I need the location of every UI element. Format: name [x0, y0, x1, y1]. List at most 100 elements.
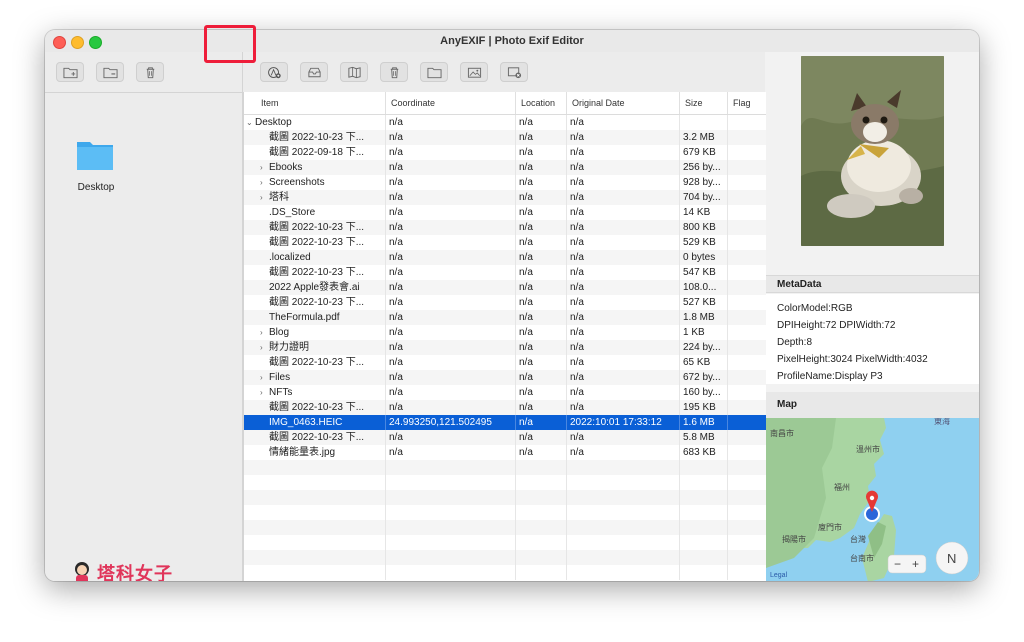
table-row[interactable]: IMG_0463.HEIC 24.993250,121.502495 n/a 2022… — [244, 415, 766, 430]
cell-item: 截圖 2022-10-23 下... — [244, 235, 386, 250]
cell-coord: n/a — [386, 115, 516, 130]
cell-item: 截圖 2022-10-23 下... — [244, 400, 386, 415]
cell-coord: n/a — [386, 340, 516, 355]
cell-size: 679 KB — [680, 145, 728, 160]
highlight-annotation — [204, 25, 256, 63]
map-zoom-in-button[interactable]: + — [912, 557, 919, 571]
table-row[interactable]: › 塔科 n/a n/a n/a 704 by... — [244, 190, 766, 205]
cell-coord: n/a — [386, 385, 516, 400]
delete-button[interactable] — [380, 62, 408, 82]
table-row[interactable]: › Blog n/a n/a n/a 1 KB — [244, 325, 766, 340]
cell-date: n/a — [567, 295, 680, 310]
cell-loc: n/a — [516, 235, 567, 250]
table-row[interactable]: 情緒能量表.jpg n/a n/a n/a 683 KB — [244, 445, 766, 460]
cell-coord: n/a — [386, 265, 516, 280]
cell-flag — [728, 370, 766, 385]
file-table[interactable]: Item Coordinate Location Original Date S… — [243, 92, 767, 581]
cell-flag — [728, 400, 766, 415]
column-header-size[interactable]: Size — [680, 92, 728, 114]
map-label-nanchang: 南昌市 — [770, 428, 794, 438]
cell-size: 256 by... — [680, 160, 728, 175]
cell-coord — [386, 535, 516, 550]
item-name: NFTs — [269, 387, 293, 398]
table-row[interactable]: › 財力證明 n/a n/a n/a 224 by... — [244, 340, 766, 355]
cell-coord — [386, 505, 516, 520]
table-row[interactable]: 截圖 2022-10-23 下... n/a n/a n/a 3.2 MB — [244, 130, 766, 145]
table-row[interactable]: 截圖 2022-10-23 下... n/a n/a n/a 529 KB — [244, 235, 766, 250]
zoom-window-button[interactable] — [89, 36, 102, 49]
disclosure-collapsed-icon[interactable]: › — [260, 385, 269, 400]
table-row[interactable]: 截圖 2022-10-23 下... n/a n/a n/a 527 KB — [244, 295, 766, 310]
column-header-item[interactable]: Item — [256, 92, 386, 114]
cell-loc: n/a — [516, 160, 567, 175]
table-row[interactable]: › NFTs n/a n/a n/a 160 by... — [244, 385, 766, 400]
disclosure-collapsed-icon[interactable]: › — [260, 190, 269, 205]
table-row[interactable]: ⌄ Desktop n/a n/a n/a — [244, 115, 766, 130]
cell-size: 704 by... — [680, 190, 728, 205]
cell-size: 5.8 MB — [680, 430, 728, 445]
column-header-coordinate[interactable]: Coordinate — [386, 92, 516, 114]
disclosure-collapsed-icon[interactable]: › — [260, 340, 269, 355]
table-row[interactable]: › Screenshots n/a n/a n/a 928 by... — [244, 175, 766, 190]
disclosure-collapsed-icon[interactable]: › — [260, 175, 269, 190]
cell-coord: n/a — [386, 400, 516, 415]
cell-item: 截圖 2022-09-18 下... — [244, 145, 386, 160]
add-folder-button[interactable] — [56, 62, 84, 82]
cell-size: 1.8 MB — [680, 310, 728, 325]
open-folder-button[interactable] — [420, 62, 448, 82]
cell-flag — [728, 565, 766, 580]
delete-button[interactable] — [136, 62, 164, 82]
disclosure-collapsed-icon[interactable]: › — [260, 325, 269, 340]
table-row[interactable]: 截圖 2022-10-23 下... n/a n/a n/a 195 KB — [244, 400, 766, 415]
import-button[interactable] — [300, 62, 328, 82]
close-window-button[interactable] — [53, 36, 66, 49]
column-header-location[interactable]: Location — [516, 92, 567, 114]
remove-folder-button[interactable] — [96, 62, 124, 82]
table-row[interactable]: 2022 Apple發表會.ai n/a n/a n/a 108.0... — [244, 280, 766, 295]
map-zoom-out-button[interactable]: − — [894, 557, 901, 571]
cell-size: 14 KB — [680, 205, 728, 220]
table-row[interactable]: TheFormula.pdf n/a n/a n/a 1.8 MB — [244, 310, 766, 325]
item-name: 截圖 2022-10-23 下... — [269, 357, 365, 368]
table-row — [244, 505, 766, 520]
remove-photo-button[interactable] — [500, 62, 528, 82]
table-row[interactable]: .DS_Store n/a n/a n/a 14 KB — [244, 205, 766, 220]
map-legal-link[interactable]: Legal — [770, 572, 788, 579]
minimize-window-button[interactable] — [71, 36, 84, 49]
disclosure-expanded-icon[interactable]: ⌄ — [246, 115, 255, 130]
item-name: 財力證明 — [269, 342, 309, 353]
table-row[interactable]: 截圖 2022-10-23 下... n/a n/a n/a 547 KB — [244, 265, 766, 280]
disclosure-collapsed-icon[interactable]: › — [260, 370, 269, 385]
map-label-jieyang: 揭陽市 — [782, 534, 806, 544]
table-row[interactable]: 截圖 2022-09-18 下... n/a n/a n/a 679 KB — [244, 145, 766, 160]
table-row — [244, 475, 766, 490]
table-row[interactable]: .localized n/a n/a n/a 0 bytes — [244, 250, 766, 265]
desktop-folder[interactable] — [73, 138, 117, 175]
map-button[interactable] — [340, 62, 368, 82]
cell-loc: n/a — [516, 265, 567, 280]
table-row[interactable]: › Files n/a n/a n/a 672 by... — [244, 370, 766, 385]
column-header-flag[interactable]: Flag — [728, 92, 766, 114]
photo-button[interactable] — [460, 62, 488, 82]
cell-flag — [728, 160, 766, 175]
table-row[interactable]: 截圖 2022-10-23 下... n/a n/a n/a 5.8 MB — [244, 430, 766, 445]
table-row[interactable]: 截圖 2022-10-23 下... n/a n/a n/a 800 KB — [244, 220, 766, 235]
cell-date — [567, 520, 680, 535]
disclosure-collapsed-icon[interactable]: › — [260, 160, 269, 175]
table-row[interactable]: › Ebooks n/a n/a n/a 256 by... — [244, 160, 766, 175]
add-location-button[interactable] — [260, 62, 288, 82]
cell-loc: n/a — [516, 280, 567, 295]
app-window: AnyEXIF | Photo Exif Editor Desktop 塔科女子… — [45, 30, 979, 581]
cell-date: n/a — [567, 355, 680, 370]
cell-date: n/a — [567, 280, 680, 295]
item-name: 截圖 2022-10-23 下... — [269, 297, 365, 308]
cell-item — [244, 505, 386, 520]
table-row[interactable]: 截圖 2022-10-23 下... n/a n/a n/a 65 KB — [244, 355, 766, 370]
cell-loc: n/a — [516, 175, 567, 190]
map-label-fuzhou: 福州 — [834, 483, 850, 492]
column-header-original-date[interactable]: Original Date — [567, 92, 680, 114]
cell-coord — [386, 460, 516, 475]
cell-loc: n/a — [516, 145, 567, 160]
map-view[interactable]: 南昌市 溫州市 東海 福州 廈門市 揭陽市 台灣 台南市 Legal − + N — [766, 418, 979, 581]
map-label-east-china-sea: 東海 — [934, 418, 950, 426]
